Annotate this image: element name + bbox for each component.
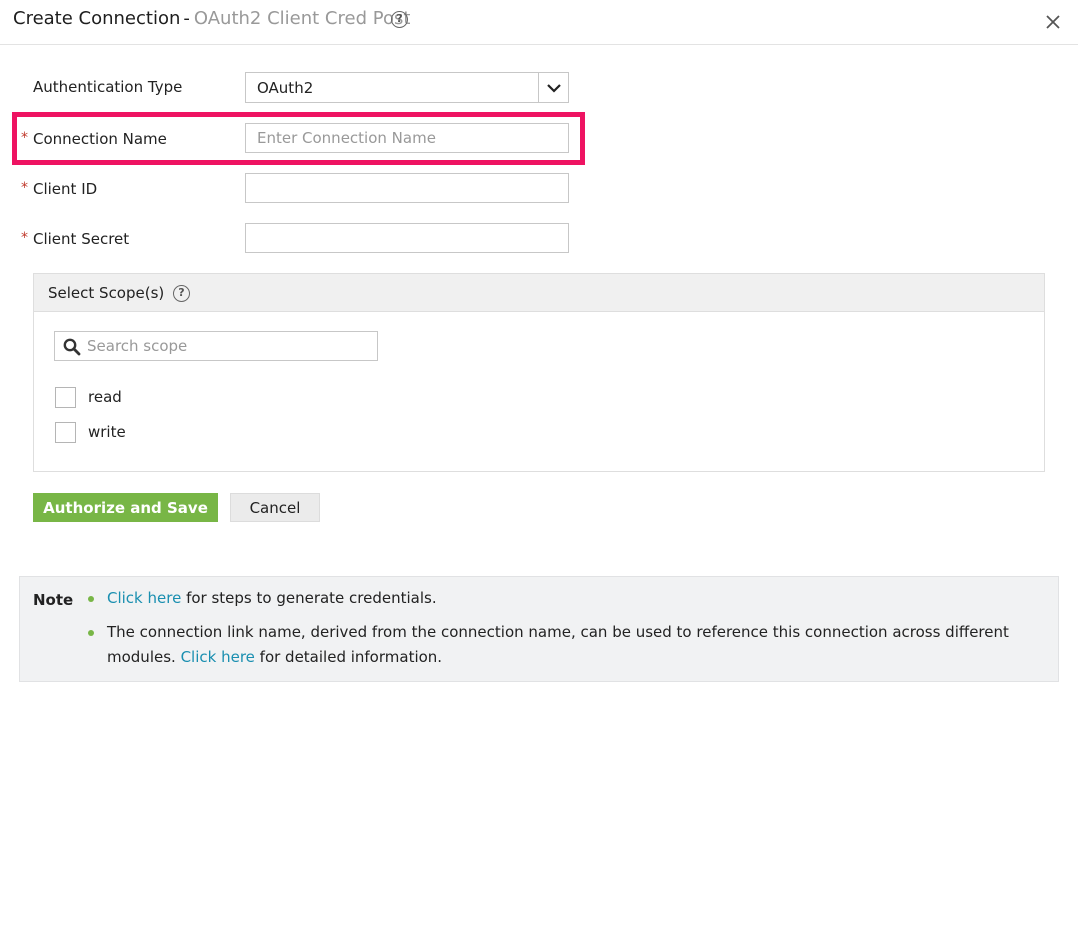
scope-search-box[interactable] [54, 331, 378, 361]
scope-panel-header: Select Scope(s) ? [34, 274, 1044, 312]
note-line-1-text: for steps to generate credentials. [181, 589, 437, 607]
title-separator: - [183, 8, 190, 29]
cancel-button[interactable]: Cancel [230, 493, 320, 522]
client-secret-label: Client Secret [33, 230, 130, 248]
chevron-down-icon [547, 84, 561, 93]
auth-type-select[interactable]: OAuth2 [245, 72, 569, 103]
note-title: Note [33, 591, 74, 609]
help-icon[interactable]: ? [391, 11, 408, 28]
note-bullet [88, 596, 94, 602]
note-line-1: Click here for steps to generate credent… [107, 586, 437, 611]
close-icon[interactable] [1042, 11, 1064, 33]
note-line-2: The connection link name, derived from t… [107, 623, 1009, 641]
required-marker: * [21, 180, 28, 196]
auth-type-value: OAuth2 [257, 79, 314, 97]
scope-panel: Select Scope(s) ? read write [33, 273, 1045, 472]
note-line-3: modules. Click here for detailed informa… [107, 645, 442, 670]
scope-write-checkbox[interactable] [55, 422, 76, 443]
scope-panel-title: Select Scope(s) [48, 284, 165, 302]
note-line-3-suffix: for detailed information. [254, 648, 443, 666]
scope-read-checkbox[interactable] [55, 387, 76, 408]
required-marker: * [21, 230, 28, 246]
authorize-and-save-button[interactable]: Authorize and Save [33, 493, 218, 522]
auth-type-dropdown-toggle[interactable] [538, 73, 568, 102]
search-icon [63, 338, 81, 356]
auth-type-label: Authentication Type [33, 78, 183, 96]
connection-name-input[interactable] [245, 123, 569, 153]
scope-search-input[interactable] [87, 332, 375, 360]
client-secret-input[interactable] [245, 223, 569, 253]
required-marker: * [21, 130, 28, 146]
dialog-header: Create Connection - OAuth2 Client Cred Pos… [0, 0, 1078, 45]
client-id-input[interactable] [245, 173, 569, 203]
scope-write-label: write [88, 423, 126, 441]
scope-help-icon[interactable]: ? [173, 285, 190, 302]
details-link[interactable]: Click here [181, 648, 255, 666]
dialog-title-text: Create Connection [13, 8, 181, 29]
dialog-title: Create Connection - OAuth2 Client Cred Pos… [13, 8, 410, 29]
dialog-subtitle: OAuth2 Client Cred Post [193, 8, 411, 29]
note-bullet [88, 630, 94, 636]
steps-link[interactable]: Click here [107, 589, 181, 607]
scope-read-label: read [88, 388, 122, 406]
client-id-label: Client ID [33, 180, 98, 198]
connection-name-label: Connection Name [33, 130, 167, 148]
note-line-3-prefix: modules. [107, 648, 181, 666]
note-box: Note Click here for steps to generate cr… [19, 576, 1059, 682]
